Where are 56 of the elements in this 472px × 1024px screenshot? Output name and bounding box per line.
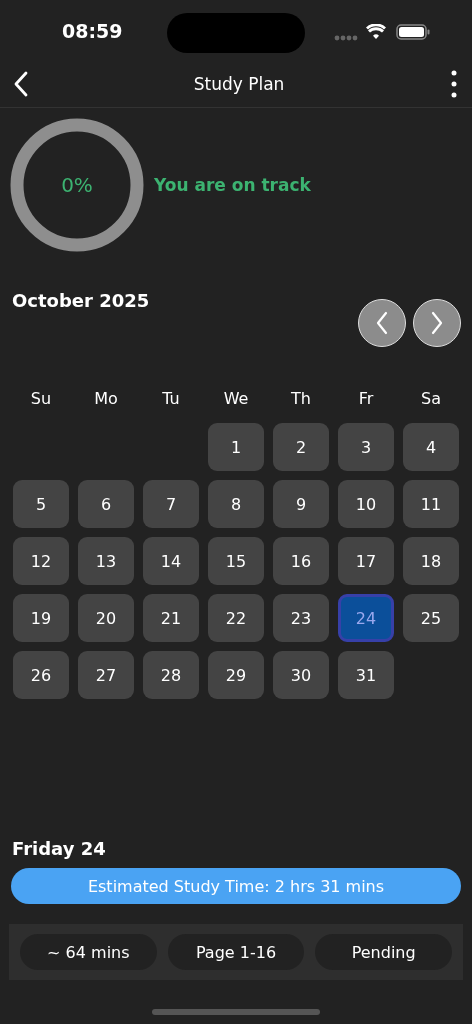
info-chip: Page 1-16 — [167, 934, 305, 970]
status-message: You are on track — [154, 175, 311, 195]
weekday-label: Mo — [93, 387, 119, 410]
calendar-day[interactable]: 27 — [78, 651, 134, 699]
calendar-day[interactable]: 29 — [208, 651, 264, 699]
month-title: October 2025 — [12, 290, 150, 311]
calendar-day[interactable]: 18 — [403, 537, 459, 585]
weekday-label: Fr — [357, 387, 375, 410]
signal-icon — [334, 35, 358, 41]
calendar-day[interactable]: 25 — [403, 594, 459, 642]
calendar-day[interactable]: 22 — [208, 594, 264, 642]
calendar-day[interactable]: 28 — [143, 651, 199, 699]
calendar-day[interactable]: 30 — [273, 651, 329, 699]
calendar-day[interactable]: 19 — [13, 594, 69, 642]
progress-percent: 0% — [61, 173, 93, 197]
calendar-day[interactable]: 4 — [403, 423, 459, 471]
calendar-day[interactable]: 1 — [208, 423, 264, 471]
calendar-day[interactable]: 6 — [78, 480, 134, 528]
battery-icon — [396, 24, 430, 40]
calendar-day[interactable]: 17 — [338, 537, 394, 585]
weekday-label: Tu — [161, 387, 181, 410]
calendar-day[interactable]: 7 — [143, 480, 199, 528]
calendar-day[interactable]: 31 — [338, 651, 394, 699]
weekday-label: We — [222, 387, 250, 410]
clock-time: 08:59 — [62, 20, 123, 42]
calendar-day[interactable]: 13 — [78, 537, 134, 585]
wifi-icon — [366, 24, 386, 40]
calendar-day[interactable]: 21 — [143, 594, 199, 642]
calendar-day[interactable]: 9 — [273, 480, 329, 528]
calendar-day[interactable]: 14 — [143, 537, 199, 585]
calendar-day[interactable]: 24 — [338, 594, 394, 642]
calendar-day[interactable]: 8 — [208, 480, 264, 528]
weekday-label: Th — [290, 387, 312, 410]
calendar-day[interactable]: 2 — [273, 423, 329, 471]
calendar-day[interactable]: 11 — [403, 480, 459, 528]
selected-day-title: Friday 24 — [11, 838, 107, 859]
estimate-banner: Estimated Study Time: 2 hrs 31 mins — [11, 868, 461, 904]
calendar-day[interactable]: 12 — [13, 537, 69, 585]
next-month-button[interactable] — [413, 299, 461, 347]
back-button[interactable] — [12, 70, 30, 97]
previous-month-button[interactable] — [358, 299, 406, 347]
calendar-day[interactable]: 3 — [338, 423, 394, 471]
weekday-label: Su — [29, 387, 53, 410]
calendar-day[interactable]: 5 — [13, 480, 69, 528]
calendar-day[interactable]: 10 — [338, 480, 394, 528]
calendar-day[interactable]: 23 — [273, 594, 329, 642]
calendar-day[interactable]: 20 — [78, 594, 134, 642]
calendar-day[interactable]: 26 — [13, 651, 69, 699]
info-chip: Pending — [315, 934, 452, 970]
info-chip: ~ 64 mins — [20, 934, 157, 970]
chevron-right-icon — [430, 311, 444, 335]
chevron-left-icon — [375, 311, 389, 335]
weekday-label: Sa — [420, 387, 442, 410]
calendar-day[interactable]: 15 — [208, 537, 264, 585]
calendar-day[interactable]: 16 — [273, 537, 329, 585]
screen-title: Study Plan — [193, 73, 285, 94]
